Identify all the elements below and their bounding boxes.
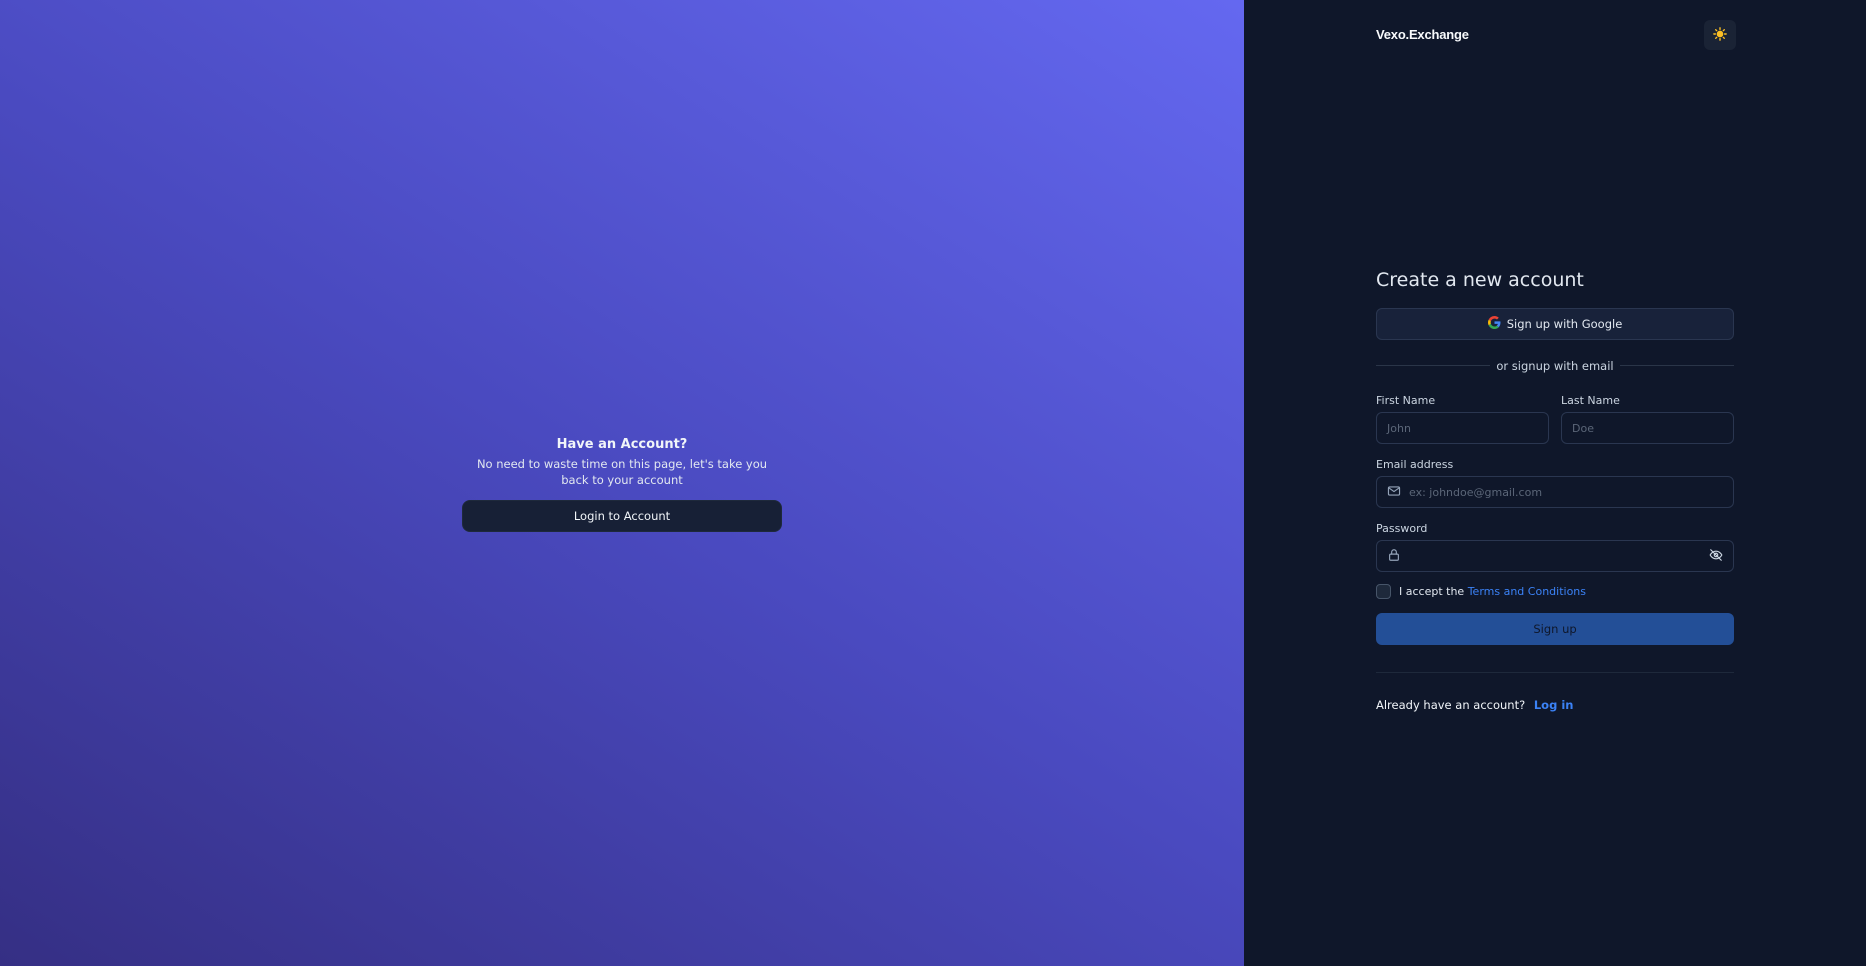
first-name-label: First Name [1376,394,1436,407]
terms-row: I accept the Terms and Conditions [1376,584,1734,599]
signup-panel: Vexo.Exchange Create a new account Sign … [1244,0,1866,966]
first-name-placeholder: John [1387,421,1411,435]
email-label: Email address [1376,458,1454,471]
password-group: Password [1376,522,1734,572]
first-name-group: First Name John [1376,394,1549,444]
google-signup-label: Sign up with Google [1506,317,1623,331]
divider-text: or signup with email [1496,359,1614,373]
brand-logo[interactable]: Vexo.Exchange [1376,27,1469,42]
eye-off-icon[interactable] [1709,547,1723,566]
theme-toggle-button[interactable] [1704,20,1736,50]
terms-link[interactable]: Terms and Conditions [1468,585,1586,598]
email-group: Email address ex: johndoe@gmail.com [1376,458,1734,508]
google-icon [1487,316,1501,332]
last-name-group: Last Name Doe [1561,394,1734,444]
terms-checkbox[interactable] [1376,584,1391,599]
google-signup-button[interactable]: Sign up with Google [1376,308,1734,340]
sign-up-button[interactable]: Sign up [1376,613,1734,645]
promo-text: No need to waste time on this page, let'… [476,457,768,487]
first-name-input[interactable]: John [1376,412,1549,444]
promo-title: Have an Account? [556,437,688,452]
email-placeholder: ex: johndoe@gmail.com [1409,485,1543,499]
last-name-label: Last Name [1561,394,1620,407]
login-prompt: Already have an account? Log in [1376,698,1734,712]
signup-form: Create a new account Sign up with Google… [1376,268,1734,712]
terms-prefix: I accept the [1399,585,1465,598]
last-name-placeholder: Doe [1572,421,1594,435]
mail-icon [1387,483,1401,502]
promo-box: Have an Account? No need to waste time o… [462,436,782,532]
lock-icon [1387,547,1401,566]
terms-text: I accept the Terms and Conditions [1399,585,1586,598]
form-separator [1376,672,1734,673]
password-input[interactable] [1376,540,1734,572]
login-prompt-text: Already have an account? [1376,698,1526,712]
promo-panel: Have an Account? No need to waste time o… [0,0,1244,966]
login-link[interactable]: Log in [1534,698,1574,712]
name-row: First Name John Last Name Doe [1376,394,1734,444]
page-title: Create a new account [1376,269,1584,291]
sun-icon [1713,26,1727,45]
last-name-input[interactable]: Doe [1561,412,1734,444]
login-to-account-button[interactable]: Login to Account [462,500,782,532]
password-label: Password [1376,522,1428,535]
signup-divider: or signup with email [1376,359,1734,376]
email-input[interactable]: ex: johndoe@gmail.com [1376,476,1734,508]
